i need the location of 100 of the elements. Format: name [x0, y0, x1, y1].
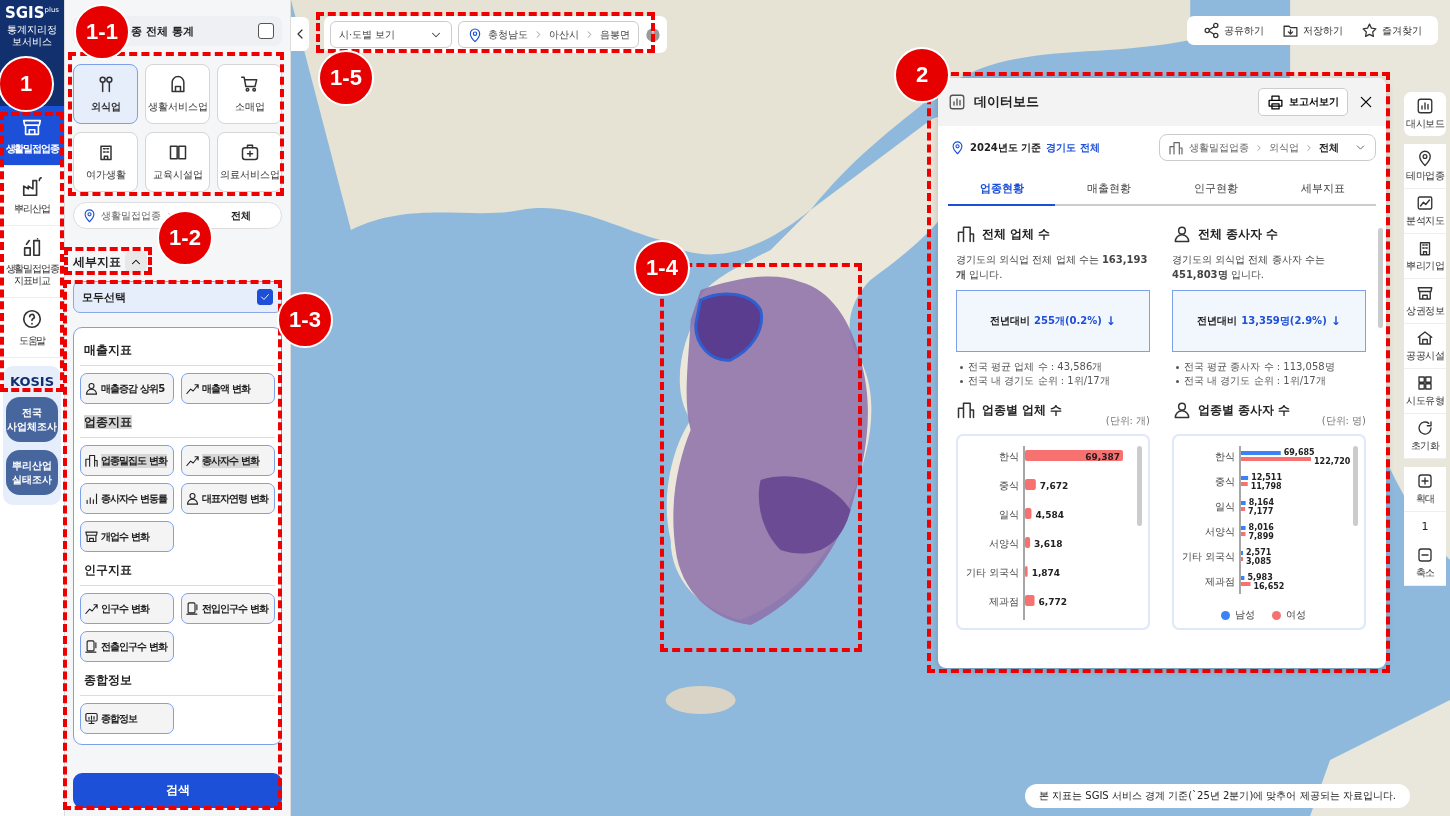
- indicator-button[interactable]: 종사자수 변동률: [80, 483, 174, 514]
- category-tile[interactable]: 의료서비스업: [217, 132, 282, 192]
- bar-value-label: 6,772: [1038, 596, 1068, 607]
- pin-icon: [1416, 149, 1434, 167]
- indicator-button[interactable]: 대표자연령 변화: [181, 483, 275, 514]
- bullet-icon: [960, 379, 963, 383]
- checkbox[interactable]: [257, 289, 273, 305]
- group-title: 인구지표: [84, 563, 132, 577]
- comparison-value: 13,359명(2.9%): [1241, 314, 1327, 328]
- zoom-level: 1: [1421, 519, 1429, 535]
- phone-icon: [84, 639, 99, 654]
- note-text: 전국 평균 종사자 수 : 113,058명: [1184, 360, 1335, 374]
- monitor-icon: [84, 711, 99, 726]
- legend-label: 남성: [1234, 608, 1255, 622]
- bullet-icon: [1176, 379, 1179, 383]
- bar: [1241, 476, 1249, 480]
- tab[interactable]: 세부지표: [1269, 173, 1376, 206]
- zoom-in-button[interactable]: 확대: [1404, 467, 1446, 512]
- path-label[interactable]: 음봉면: [600, 27, 630, 42]
- axis-label: 중식: [1215, 476, 1235, 487]
- grid-icon: [1416, 374, 1434, 392]
- chevron-right-icon: [1254, 142, 1264, 153]
- bar-chart-icon: [948, 93, 966, 111]
- axis-label: 제과점: [989, 596, 1019, 607]
- checkbox[interactable]: [258, 23, 274, 39]
- view-dropdown[interactable]: 시·도별 보기: [330, 21, 452, 48]
- axis-label: 제과점: [1205, 576, 1235, 587]
- indicator-button[interactable]: 전출인구수 변화: [80, 631, 174, 662]
- report-button[interactable]: 보고서보기: [1258, 88, 1348, 116]
- axis-label: 서양식: [989, 538, 1019, 549]
- indicator-button[interactable]: 개업수 변화: [80, 521, 174, 552]
- indicator-button[interactable]: 종합정보: [80, 703, 174, 734]
- bullet-icon: [1176, 365, 1179, 369]
- select-all-label: 모두선택: [82, 289, 126, 305]
- panel-title: 데이터보드: [974, 93, 1040, 111]
- indicator-button[interactable]: 매출액 변화: [181, 373, 275, 404]
- compare-icon: [21, 236, 43, 258]
- pin-icon: [467, 26, 483, 43]
- bar-value-label: 122,720: [1314, 457, 1351, 466]
- survey-button[interactable]: 전국 사업체조사: [6, 397, 58, 442]
- tab[interactable]: 매출현황: [1055, 173, 1162, 206]
- action-button[interactable]: 즐겨찾기: [1353, 19, 1430, 42]
- person-icon: [1172, 224, 1192, 244]
- path-label[interactable]: 충청남도: [488, 27, 528, 42]
- bar-value-label: 7,899: [1248, 532, 1274, 541]
- info-icon: [645, 26, 661, 43]
- survey-button[interactable]: 뿌리산업 실태조사: [6, 450, 58, 495]
- map-tool-button[interactable]: 테마업종: [1404, 144, 1446, 189]
- share-icon: [1203, 22, 1220, 39]
- action-button[interactable]: 공유하기: [1195, 19, 1272, 42]
- logo[interactable]: SGIS$^{plus}$ 통계지리정보서비스: [4, 4, 60, 48]
- group-title: 매출지표: [84, 343, 132, 357]
- kosis-title: KOSIS: [9, 374, 55, 389]
- note-text: 전국 내 경기도 순위 : 1위/17개: [1184, 374, 1326, 388]
- bars-icon: [84, 491, 99, 506]
- bar-value-label: 2,571: [1246, 548, 1272, 557]
- person-icon: [84, 381, 99, 396]
- region-name: 경기도 전체: [1046, 140, 1100, 155]
- factory-icon: [21, 176, 43, 198]
- star-icon: [1361, 22, 1378, 39]
- bar-value-label: 1,874: [1031, 567, 1061, 578]
- category-tile[interactable]: 여가생활: [73, 132, 138, 192]
- chart-title: 업종별 종사자 수: [1198, 401, 1291, 419]
- pin-icon: [950, 140, 965, 155]
- indicator-button[interactable]: 업종밀집도 변화: [80, 445, 174, 476]
- indicator-button[interactable]: 종사자수 변화: [181, 445, 275, 476]
- bar-value-label: 11,798: [1250, 482, 1282, 491]
- trend-icon: [185, 453, 200, 468]
- category-tile[interactable]: 교육시설업: [145, 132, 210, 192]
- bar-value-label: 69,685: [1283, 448, 1315, 457]
- minus-box-icon: [1416, 546, 1434, 564]
- industry-dropdown[interactable]: 생활밀접업종 외식업 전체: [1159, 134, 1376, 161]
- axis-label: 서양식: [1205, 526, 1235, 537]
- location-path[interactable]: 충청남도 아산시 음봉면: [458, 21, 639, 48]
- axis-label: 일식: [999, 509, 1019, 520]
- card-title: 전체 종사자 수: [1198, 225, 1279, 243]
- select-all-row[interactable]: 모두선택: [73, 281, 282, 313]
- tab[interactable]: 인구현황: [1162, 173, 1269, 206]
- bar-value-label: 3,618: [1034, 538, 1063, 549]
- person-icon: [1172, 400, 1192, 420]
- collapse-button[interactable]: [125, 251, 147, 273]
- category-tile[interactable]: 소매업: [217, 64, 282, 124]
- indicator-button[interactable]: 매출증감 상위5: [80, 373, 174, 404]
- notice-banner: 본 지표는 SGIS 서비스 경계 기준(`25년 2분기)에 맞추어 제공되는 자료입니다.: [1024, 784, 1410, 808]
- axis-label: 기타 외국식: [1181, 551, 1235, 562]
- bar-value-label: 5,983: [1247, 573, 1273, 582]
- buildings-icon: [956, 400, 976, 420]
- bar: [1241, 526, 1246, 530]
- search-button[interactable]: 검색: [73, 773, 282, 808]
- action-button[interactable]: 저장하기: [1274, 19, 1351, 42]
- indicator-button[interactable]: 전입인구수 변화: [181, 593, 275, 624]
- path-label[interactable]: 아산시: [549, 27, 579, 42]
- bar: [1025, 595, 1035, 606]
- category-tile[interactable]: 외식업: [73, 64, 138, 124]
- category-tile[interactable]: 생활서비스업: [145, 64, 210, 124]
- map-tool-button[interactable]: 대시보드: [1404, 92, 1446, 136]
- bar: [1241, 482, 1248, 486]
- house-icon: [1416, 329, 1434, 347]
- tab[interactable]: 업종현황: [948, 173, 1055, 206]
- indicator-button[interactable]: 인구수 변화: [80, 593, 174, 624]
